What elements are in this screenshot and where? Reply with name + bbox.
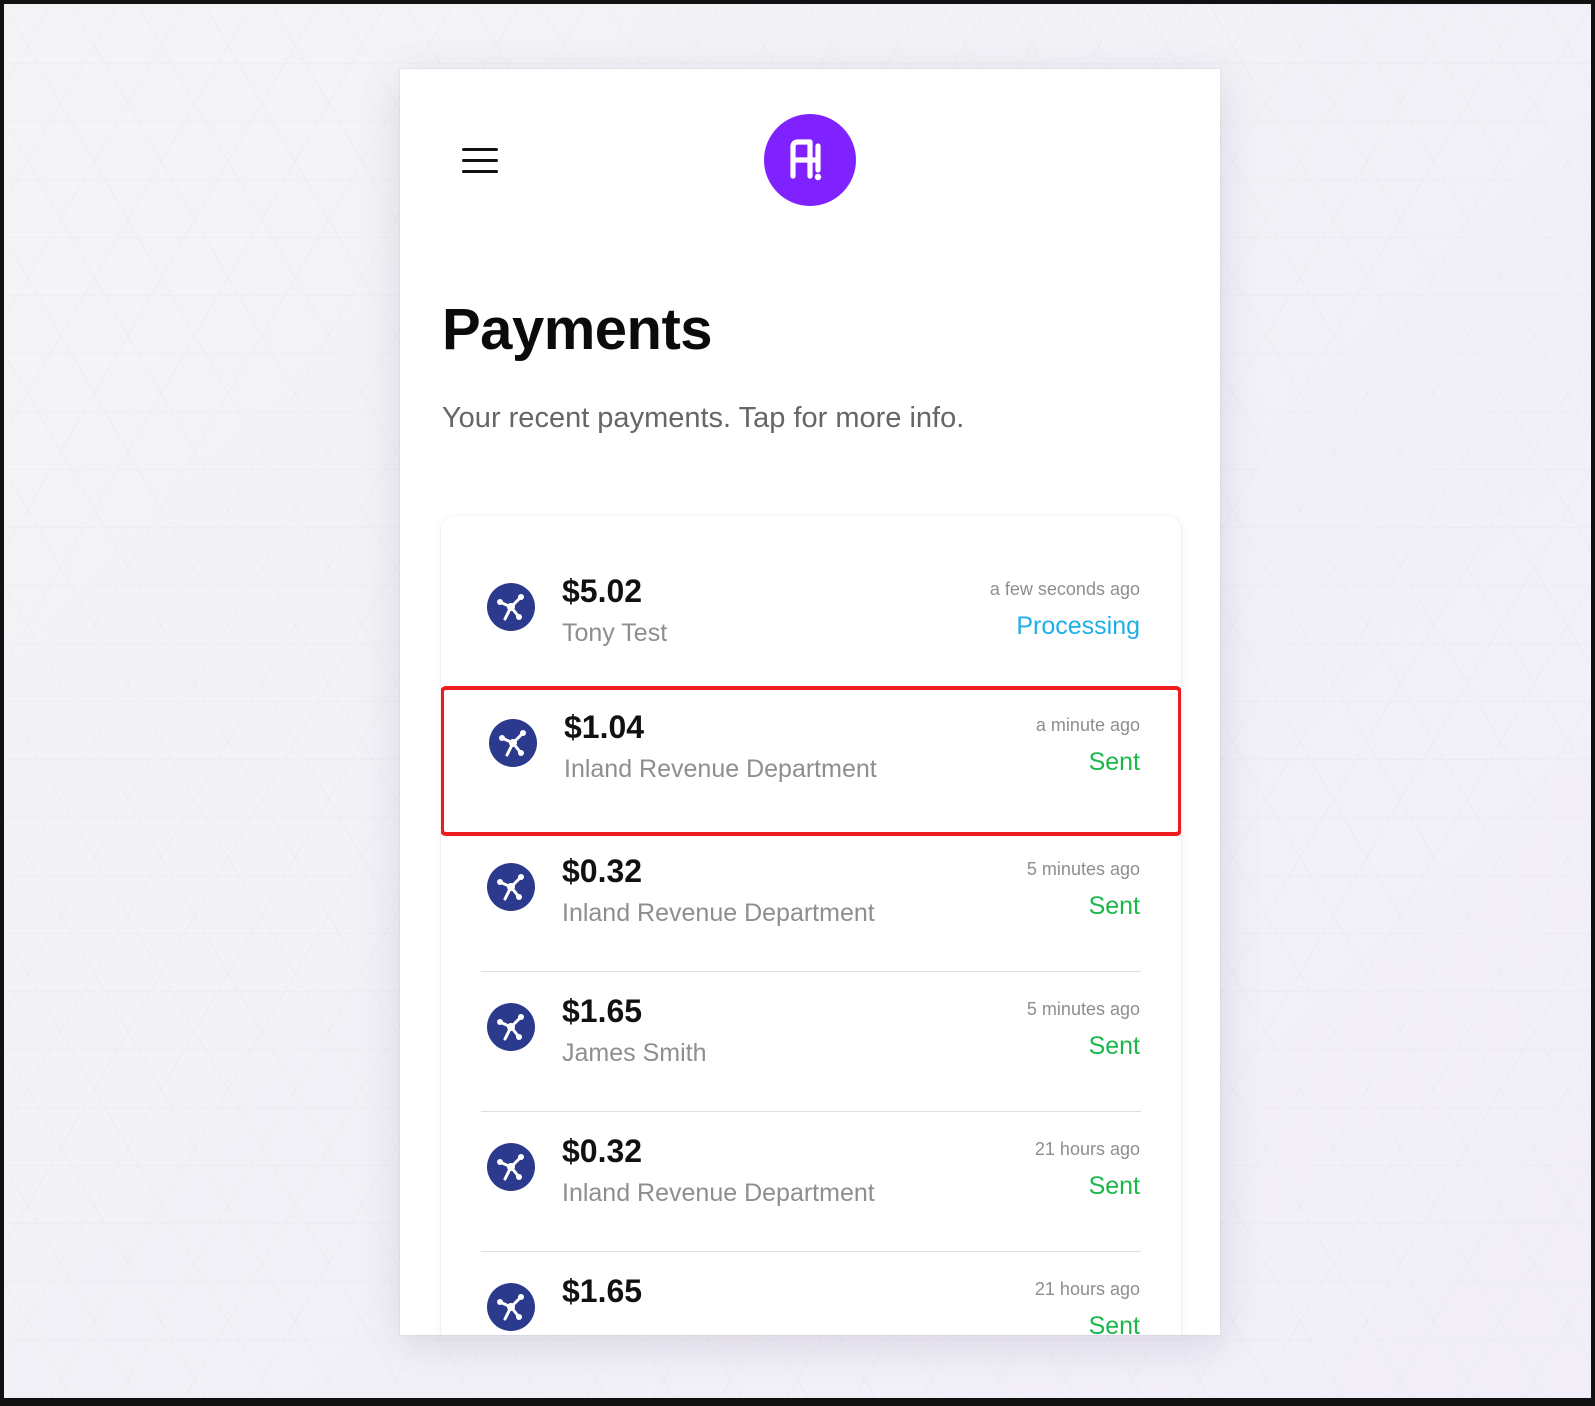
payment-row[interactable]: $1.65 James Smith 5 minutes ago Sent	[441, 970, 1181, 1110]
payment-amount: $0.32	[562, 1133, 643, 1169]
payment-amount: $1.65	[562, 993, 643, 1029]
payee-network-icon	[487, 863, 535, 911]
payment-row[interactable]: $1.65 21 hours ago Sent	[441, 1250, 1181, 1335]
payment-status: Sent	[1088, 892, 1140, 920]
payment-time: 5 minutes ago	[1026, 999, 1140, 1019]
payment-time: a few seconds ago	[989, 579, 1140, 599]
screen-background: Payments Your recent payments. Tap for m…	[4, 4, 1591, 1398]
payment-time: 21 hours ago	[1034, 1139, 1140, 1159]
hamburger-menu-icon	[462, 159, 498, 162]
payment-row[interactable]: $5.02 Tony Test a few seconds ago Proces…	[441, 550, 1181, 690]
payee-network-icon	[487, 1283, 535, 1331]
payee-name: Inland Revenue Department	[564, 755, 877, 783]
payment-status: Sent	[1088, 1032, 1140, 1060]
payment-amount: $1.65	[562, 1273, 643, 1309]
payment-amount: $0.32	[562, 853, 643, 889]
page-subtitle: Your recent payments. Tap for more info.	[442, 402, 965, 434]
payment-status: Sent	[1088, 748, 1140, 776]
payee-name: James Smith	[562, 1039, 707, 1067]
payment-row[interactable]: $0.32 Inland Revenue Department 21 hours…	[441, 1110, 1181, 1250]
payment-amount: $1.04	[564, 709, 645, 745]
mobile-app-frame: Payments Your recent payments. Tap for m…	[400, 69, 1220, 1335]
payee-name: Inland Revenue Department	[562, 899, 875, 927]
brand-logo-icon	[790, 139, 822, 181]
hamburger-menu-icon	[462, 148, 498, 151]
payment-time: 5 minutes ago	[1026, 859, 1140, 879]
payment-status: Sent	[1088, 1172, 1140, 1200]
payment-row[interactable]: $0.32 Inland Revenue Department 5 minute…	[441, 830, 1181, 970]
payee-network-icon	[487, 583, 535, 631]
payee-network-icon	[489, 719, 537, 767]
payment-amount: $5.02	[562, 573, 643, 609]
page-title: Payments	[442, 297, 713, 362]
payee-name: Tony Test	[562, 619, 668, 647]
payee-network-icon	[487, 1143, 535, 1191]
brand-logo[interactable]	[764, 114, 856, 206]
payment-row-highlighted[interactable]: $1.04 Inland Revenue Department a minute…	[441, 686, 1181, 836]
payee-name: Inland Revenue Department	[562, 1179, 875, 1207]
payment-time: 21 hours ago	[1034, 1279, 1140, 1299]
menu-button[interactable]	[460, 142, 500, 182]
payments-list: $5.02 Tony Test a few seconds ago Proces…	[441, 516, 1181, 1335]
hamburger-menu-icon	[462, 170, 498, 173]
payee-network-icon	[487, 1003, 535, 1051]
payment-time: a minute ago	[1035, 715, 1140, 735]
payment-status: Sent	[1088, 1312, 1140, 1335]
payment-status: Processing	[1016, 612, 1140, 640]
